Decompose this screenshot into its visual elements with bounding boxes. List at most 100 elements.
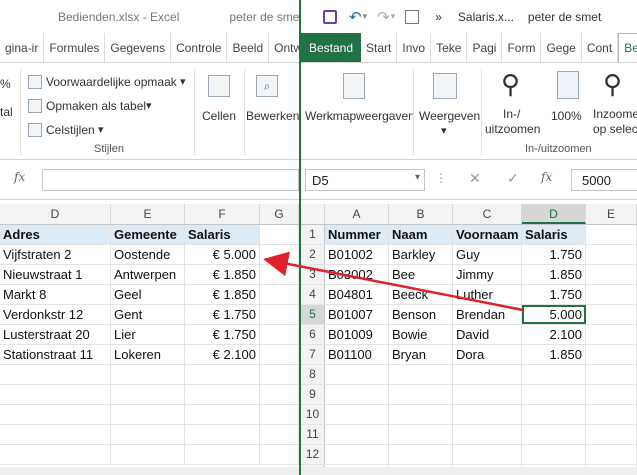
cell[interactable]: 2.100 — [522, 325, 586, 344]
cell[interactable]: Luther — [453, 285, 522, 304]
cell[interactable]: € 5.000 — [185, 245, 260, 264]
cell[interactable] — [185, 425, 260, 444]
cell[interactable]: Nieuwstraat 1 — [0, 265, 111, 284]
cell[interactable] — [453, 405, 522, 424]
name-box[interactable]: D5 ▾ — [305, 169, 425, 191]
cell[interactable]: Adres — [0, 225, 111, 244]
cell[interactable] — [0, 365, 111, 384]
enter-icon[interactable]: ✓ — [507, 170, 519, 187]
column-header-e[interactable]: E — [111, 204, 185, 224]
cell[interactable] — [325, 445, 389, 464]
cell[interactable]: Dora — [453, 345, 522, 364]
cell[interactable] — [522, 425, 586, 444]
column-header-b[interactable]: B — [389, 204, 453, 224]
cell[interactable] — [453, 365, 522, 384]
tab-home[interactable]: Start — [361, 33, 398, 62]
cell[interactable]: Gent — [111, 305, 185, 324]
cell[interactable]: Vijfstraten 2 — [0, 245, 111, 264]
cell[interactable] — [185, 365, 260, 384]
cell[interactable]: Gemeente — [111, 225, 185, 244]
cell[interactable] — [260, 265, 299, 284]
cell[interactable] — [586, 425, 637, 444]
cell[interactable] — [586, 445, 637, 464]
formula-input[interactable] — [42, 169, 299, 191]
zoom-100-button[interactable]: 100% — [549, 69, 589, 139]
cell[interactable]: € 2.100 — [185, 345, 260, 364]
cell[interactable] — [389, 445, 453, 464]
chevron-down-icon[interactable]: ▾ — [415, 172, 420, 183]
cell[interactable] — [325, 425, 389, 444]
cell[interactable] — [586, 305, 637, 324]
cell[interactable]: Lokeren — [111, 345, 185, 364]
cell[interactable]: 1.750 — [522, 245, 586, 264]
cell[interactable] — [522, 365, 586, 384]
tab-view[interactable]: Beeld — [227, 33, 270, 62]
cell[interactable] — [0, 405, 111, 424]
cell[interactable] — [389, 385, 453, 404]
cell[interactable]: Oostende — [111, 245, 185, 264]
tab-view[interactable]: Beel — [618, 33, 637, 62]
cell[interactable] — [260, 325, 299, 344]
cell[interactable] — [0, 385, 111, 404]
row-header[interactable]: 2 — [301, 245, 325, 264]
column-header-f[interactable]: F — [185, 204, 260, 224]
cell[interactable] — [586, 385, 637, 404]
cell[interactable] — [389, 365, 453, 384]
tab-page-layout[interactable]: Pagi — [467, 33, 503, 62]
cell[interactable]: € 1.750 — [185, 305, 260, 324]
redo-dropdown-icon[interactable]: ▾ — [391, 11, 396, 22]
tab-data[interactable]: Gege — [541, 33, 582, 62]
column-header-a[interactable]: A — [325, 204, 389, 224]
row-header[interactable]: 5 — [301, 305, 325, 324]
cell[interactable]: Salaris — [522, 225, 586, 244]
cell[interactable] — [586, 225, 637, 244]
cancel-icon[interactable]: ✕ — [469, 170, 481, 187]
row-header[interactable]: 1 — [301, 225, 325, 244]
cell[interactable]: Voornaam — [453, 225, 522, 244]
column-header-d[interactable]: D — [0, 204, 111, 224]
cell[interactable]: Antwerpen — [111, 265, 185, 284]
row-header[interactable]: 3 — [301, 265, 325, 284]
cell[interactable]: B01009 — [325, 325, 389, 344]
cell[interactable]: Beeck — [389, 285, 453, 304]
tab-data[interactable]: Gegevens — [105, 33, 172, 62]
cell[interactable] — [185, 385, 260, 404]
cell[interactable] — [185, 405, 260, 424]
cell[interactable]: Brendan — [453, 305, 522, 324]
column-header-d[interactable]: D — [522, 204, 586, 224]
cell[interactable] — [586, 365, 637, 384]
row-header[interactable]: 8 — [301, 365, 325, 384]
horizontal-scrollbar[interactable] — [301, 467, 637, 475]
cell[interactable]: B04801 — [325, 285, 389, 304]
cell[interactable]: B01002 — [325, 245, 389, 264]
cell[interactable] — [260, 365, 299, 384]
tab-file[interactable]: Bestand — [301, 33, 362, 62]
cell[interactable]: € 1.850 — [185, 265, 260, 284]
tab-insert[interactable]: Invo — [397, 33, 432, 62]
cell[interactable] — [111, 405, 185, 424]
tab-draw[interactable]: Teke — [431, 33, 468, 62]
cell[interactable] — [586, 345, 637, 364]
formula-input[interactable]: 5000 — [571, 169, 637, 191]
cell[interactable] — [260, 385, 299, 404]
tab-review[interactable]: Controle — [171, 33, 228, 62]
undo-icon[interactable]: ↶ — [349, 8, 362, 26]
tab-developer[interactable]: Ontwikke — [269, 33, 299, 62]
cell[interactable] — [260, 405, 299, 424]
cell[interactable] — [586, 285, 637, 304]
cell[interactable] — [260, 425, 299, 444]
cell[interactable] — [111, 365, 185, 384]
cell[interactable] — [586, 245, 637, 264]
cell[interactable] — [522, 405, 586, 424]
cell[interactable] — [453, 445, 522, 464]
cell[interactable]: B01100 — [325, 345, 389, 364]
cells-button[interactable]: Cellen — [200, 71, 240, 141]
row-header[interactable]: 9 — [301, 385, 325, 404]
select-all-corner[interactable] — [301, 204, 325, 224]
cell[interactable]: David — [453, 325, 522, 344]
row-header[interactable]: 12 — [301, 445, 325, 464]
cell[interactable]: Bryan — [389, 345, 453, 364]
cell[interactable]: Jimmy — [453, 265, 522, 284]
tab-page-layout[interactable]: gina-ir — [0, 33, 45, 62]
cell[interactable]: 1.850 — [522, 265, 586, 284]
